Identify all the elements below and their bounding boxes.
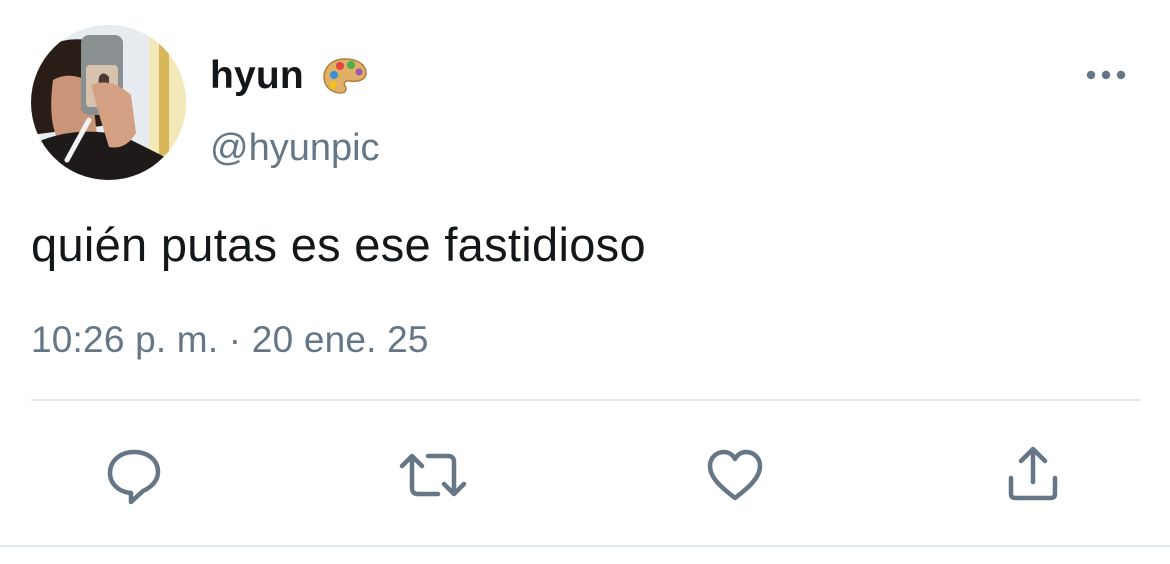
reply-button[interactable] [99, 440, 169, 510]
display-name[interactable]: hyun [210, 52, 304, 100]
share-icon [1008, 446, 1058, 501]
artist-palette-emoji-icon [323, 58, 367, 94]
tweet-text: quién putas es ese fastidioso [31, 218, 646, 271]
avatar[interactable] [31, 25, 186, 180]
divider [31, 399, 1141, 401]
share-button[interactable] [998, 440, 1068, 510]
retweet-icon [399, 453, 467, 497]
heart-icon [707, 449, 763, 501]
tweet-card: hyun @hyunpic quién putas es ese fastidi… [0, 0, 1170, 564]
reply-icon [107, 449, 161, 505]
avatar-image [31, 25, 186, 180]
user-handle[interactable]: @hyunpic [210, 124, 380, 172]
tweet-timestamp[interactable]: 10:26 p. m. · 20 ene. 25 [31, 316, 429, 364]
like-button[interactable] [700, 440, 770, 510]
more-options-icon[interactable] [1084, 62, 1128, 88]
retweet-button[interactable] [398, 440, 468, 510]
bottom-divider [0, 545, 1170, 547]
